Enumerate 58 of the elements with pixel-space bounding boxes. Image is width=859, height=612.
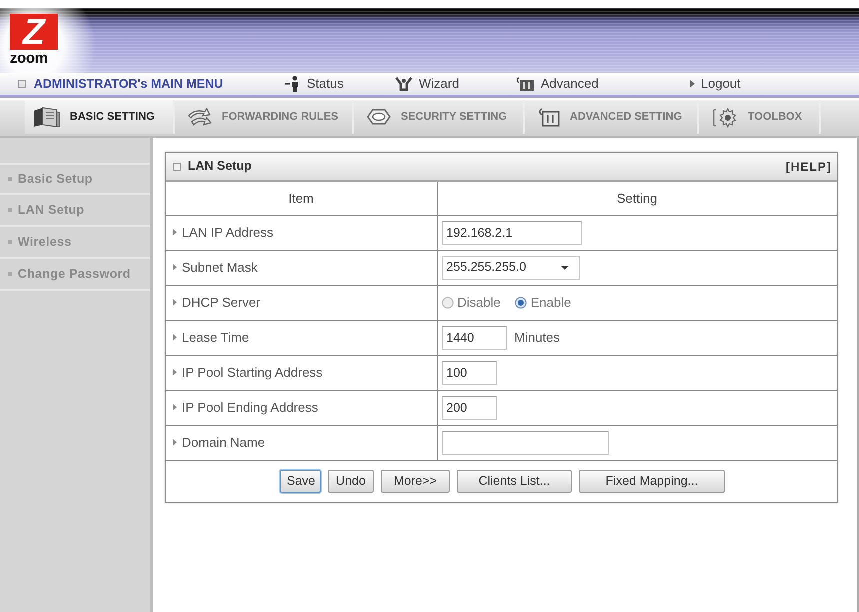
tab[interactable]: BASIC SETTING: [25, 100, 175, 134]
fixed-mapping-button[interactable]: Fixed Mapping...: [579, 470, 725, 493]
triangle-icon: [173, 404, 177, 411]
radio-button[interactable]: [442, 296, 454, 308]
radio-label: Disable: [458, 294, 501, 312]
triangle-icon: [173, 439, 177, 446]
logo-text: zoom: [10, 51, 48, 67]
menu-link[interactable]: Advanced: [515, 74, 599, 94]
triangle-icon: [173, 264, 177, 271]
help-link[interactable]: [HELP]: [786, 158, 832, 176]
triangle-icon: [173, 229, 177, 236]
row-label: LAN IP Address: [182, 224, 274, 242]
dropdown[interactable]: 255.255.255.0: [442, 256, 580, 280]
logo-mark: Z: [10, 14, 58, 50]
undo-button[interactable]: Undo: [328, 470, 374, 493]
clients-list-button[interactable]: Clients List...: [457, 470, 572, 493]
column-header: Setting: [437, 182, 837, 215]
documents-icon: [33, 106, 61, 128]
row-label: IP Pool Ending Address: [182, 398, 318, 417]
panel-title: LAN Setup: [188, 158, 252, 176]
radio-button[interactable]: [514, 296, 527, 308]
nut-icon: [366, 108, 392, 126]
raised-arms-icon: [395, 77, 413, 91]
menu-link[interactable]: Logout: [690, 74, 741, 94]
triangle-icon: [690, 80, 695, 88]
row-label: Subnet Mask: [182, 258, 258, 277]
input-field[interactable]: 100: [442, 360, 496, 384]
input-field[interactable]: 1440: [442, 326, 506, 350]
box-icon: [537, 107, 561, 127]
square-icon: [18, 80, 26, 88]
person-icon: [285, 76, 301, 92]
menu-link[interactable]: Wizard: [395, 74, 460, 94]
triangle-icon: [173, 334, 177, 341]
arrows-icon: [187, 107, 213, 127]
bullet-icon: [8, 177, 12, 181]
input-field[interactable]: [442, 430, 608, 454]
save-button[interactable]: Save: [280, 470, 321, 493]
menu-title: ADMINISTRATOR's MAIN MENU: [34, 76, 224, 93]
menu-link[interactable]: Status: [285, 74, 344, 94]
row-label: Domain Name: [182, 434, 266, 452]
input-field[interactable]: 200: [442, 396, 496, 420]
row-label: DHCP Server: [182, 294, 261, 312]
triangle-icon: [173, 299, 177, 306]
bullet-icon: [8, 208, 12, 212]
triangle-icon: [173, 369, 177, 376]
box-icon: [515, 77, 535, 91]
column-header: Item: [166, 182, 437, 215]
input-field[interactable]: 192.168.2.1: [442, 220, 582, 244]
row-label: IP Pool Starting Address: [182, 364, 323, 382]
more-button[interactable]: More>>: [381, 470, 450, 493]
row-label: Lease Time: [182, 328, 250, 347]
bullet-icon: [8, 272, 12, 276]
bullet-icon: [8, 240, 12, 244]
unit-label: Minutes: [514, 328, 560, 347]
square-icon: [173, 162, 181, 170]
gear-icon: [711, 106, 739, 128]
radio-label: Enable: [530, 294, 572, 312]
caret-icon: [560, 266, 568, 270]
